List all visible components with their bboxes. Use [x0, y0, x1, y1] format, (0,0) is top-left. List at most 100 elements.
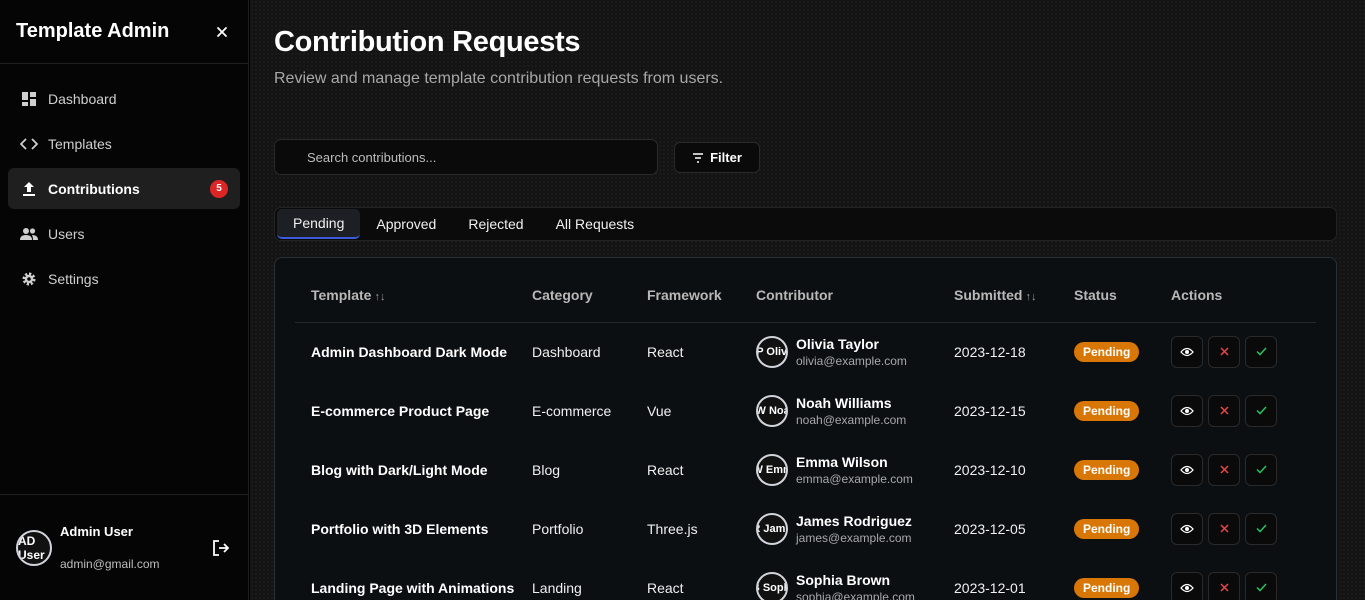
- sort-icon[interactable]: ↑↓: [374, 291, 385, 303]
- sidebar-item-settings[interactable]: Settings: [8, 258, 240, 299]
- sidebar-item-label: Users: [48, 225, 85, 242]
- actions-cell: [1171, 322, 1316, 381]
- reject-button[interactable]: [1208, 571, 1240, 600]
- framework: React: [647, 579, 684, 596]
- category: E-commerce: [532, 402, 612, 419]
- logout-button[interactable]: [210, 537, 232, 559]
- reject-button[interactable]: [1208, 394, 1240, 427]
- gear-icon: [20, 270, 38, 288]
- actions-cell: [1171, 381, 1316, 440]
- submitted-date: 2023-12-18: [954, 343, 1026, 360]
- sort-icon[interactable]: ↑↓: [1025, 291, 1036, 303]
- logout-icon: [213, 539, 230, 556]
- close-icon: [1219, 465, 1229, 474]
- column-header-submitted[interactable]: Submitted ↑↓: [954, 258, 1074, 323]
- tab-rejected[interactable]: Rejected: [452, 209, 539, 239]
- framework: React: [647, 461, 684, 478]
- contributor-email: james@example.com: [796, 530, 912, 545]
- category: Dashboard: [532, 343, 601, 360]
- close-icon: [1219, 524, 1229, 533]
- users-icon: [20, 225, 38, 243]
- avatar: SB Sophia: [756, 571, 788, 600]
- tab-approved[interactable]: Approved: [360, 209, 452, 239]
- contributor-name: Olivia Taylor: [796, 335, 879, 352]
- approve-button[interactable]: [1245, 394, 1277, 427]
- status-badge: Pending: [1074, 459, 1140, 480]
- reject-button[interactable]: [1208, 335, 1240, 368]
- view-button[interactable]: [1171, 394, 1203, 427]
- contributor: NW Noah Noah Williams noah@example.com: [756, 381, 954, 440]
- sidebar-header: Template Admin: [0, 0, 248, 64]
- avatar: OP Olivia: [756, 335, 788, 368]
- sidebar-item-dashboard[interactable]: Dashboard: [8, 78, 240, 119]
- sidebar-item-templates[interactable]: Templates: [8, 123, 240, 164]
- user-info: Admin User admin@gmail.com: [60, 524, 210, 571]
- template-name: Blog with Dark/Light Mode: [311, 461, 488, 478]
- reject-button[interactable]: [1208, 512, 1240, 545]
- approve-button[interactable]: [1245, 571, 1277, 600]
- search-input[interactable]: [307, 149, 657, 165]
- tab-pending[interactable]: Pending: [277, 209, 361, 239]
- check-icon: [1255, 524, 1267, 533]
- reject-button[interactable]: [1208, 453, 1240, 486]
- submitted-date: 2023-12-01: [954, 579, 1026, 596]
- eye-icon: [1180, 406, 1194, 415]
- sidebar-item-users[interactable]: Users: [8, 213, 240, 254]
- close-icon: [1219, 347, 1229, 356]
- actions-cell: [1171, 499, 1316, 558]
- approve-button[interactable]: [1245, 335, 1277, 368]
- column-header-status: Status: [1074, 258, 1171, 323]
- avatar: EW Emma: [756, 453, 788, 486]
- column-header-contributor: Contributor: [756, 258, 954, 323]
- template-name: Admin Dashboard Dark Mode: [311, 343, 508, 360]
- table-body: Admin Dashboard Dark Mode Dashboard Reac…: [295, 322, 1316, 600]
- framework: Vue: [647, 402, 672, 419]
- contributor: JR James James Rodriguez james@example.c…: [756, 499, 954, 558]
- status-cell: Pending: [1074, 499, 1171, 558]
- filter-button[interactable]: Filter: [674, 142, 760, 173]
- actions-cell: [1171, 558, 1316, 600]
- eye-icon: [1180, 465, 1194, 474]
- sidebar-item-label: Templates: [48, 135, 112, 152]
- filter-icon: [693, 152, 704, 163]
- check-icon: [1255, 347, 1267, 356]
- sidebar: Template Admin Dashboard Templates Contr…: [0, 0, 249, 600]
- template-name: Portfolio with 3D Elements: [311, 520, 489, 537]
- status-cell: Pending: [1074, 381, 1171, 440]
- contributor: OP Olivia Olivia Taylor olivia@example.c…: [756, 322, 954, 381]
- contributor-email: noah@example.com: [796, 412, 907, 427]
- table-row: Admin Dashboard Dark Mode Dashboard Reac…: [295, 322, 1316, 381]
- close-sidebar-button[interactable]: [212, 22, 232, 42]
- requests-table-card: Template ↑↓ Category Framework Contributo…: [274, 257, 1337, 600]
- eye-icon: [1180, 583, 1194, 592]
- column-header-template[interactable]: Template ↑↓: [295, 258, 532, 323]
- user-email: admin@gmail.com: [60, 557, 160, 571]
- status-badge: Pending: [1074, 577, 1140, 598]
- check-icon: [1255, 465, 1267, 474]
- page-title: Contribution Requests: [274, 26, 581, 58]
- table-row: Portfolio with 3D Elements Portfolio Thr…: [295, 499, 1316, 558]
- contributor-name: Sophia Brown: [796, 571, 891, 588]
- close-icon: [1219, 406, 1229, 415]
- view-button[interactable]: [1171, 335, 1203, 368]
- avatar: NW Noah: [756, 394, 788, 427]
- contributor-email: sophia@example.com: [796, 589, 915, 600]
- template-name: E-commerce Product Page: [311, 402, 490, 419]
- sidebar-item-contributions[interactable]: Contributions 5: [8, 168, 240, 209]
- status-badge: Pending: [1074, 400, 1140, 421]
- approve-button[interactable]: [1245, 453, 1277, 486]
- sidebar-nav: Dashboard Templates Contributions 5 User…: [0, 64, 248, 299]
- eye-icon: [1180, 347, 1194, 356]
- upload-icon: [20, 180, 38, 198]
- view-button[interactable]: [1171, 571, 1203, 600]
- user-panel: AD User Admin User admin@gmail.com: [0, 494, 248, 600]
- framework: React: [647, 343, 684, 360]
- view-button[interactable]: [1171, 453, 1203, 486]
- status-cell: Pending: [1074, 558, 1171, 600]
- app-title: Template Admin: [16, 20, 170, 42]
- view-button[interactable]: [1171, 512, 1203, 545]
- tab-all-requests[interactable]: All Requests: [540, 209, 651, 239]
- code-icon: [20, 135, 38, 153]
- table-row: Blog with Dark/Light Mode Blog React EW …: [295, 440, 1316, 499]
- approve-button[interactable]: [1245, 512, 1277, 545]
